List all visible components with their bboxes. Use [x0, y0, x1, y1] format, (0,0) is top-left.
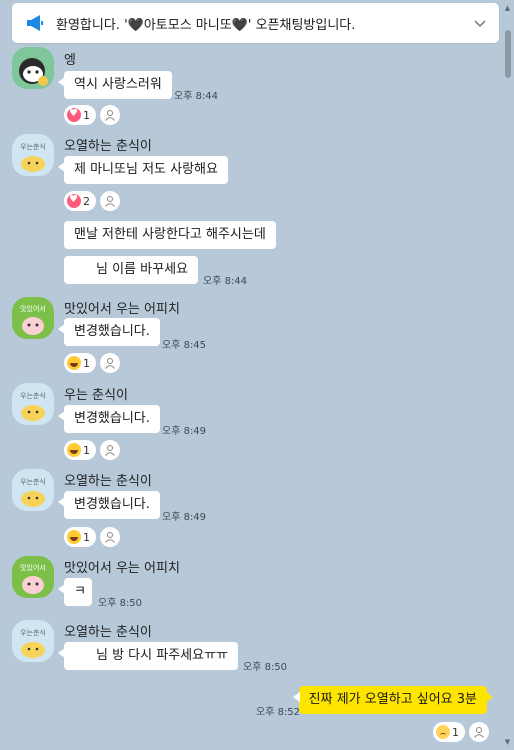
- crying-chunsik-avatar-icon: 우는춘식: [20, 628, 46, 658]
- sender-name: 오열하는 춘식이: [64, 625, 152, 640]
- reaction-laugh[interactable]: 1: [64, 527, 96, 547]
- crying-chunsik-avatar-icon: 우는춘식: [20, 477, 46, 507]
- avatar[interactable]: [12, 47, 54, 89]
- reactor-person-icon[interactable]: [100, 105, 120, 125]
- message-time: 오후 8:44: [203, 276, 248, 287]
- reactor-person-icon[interactable]: [100, 440, 120, 460]
- sender-name: 오열하는 춘식이: [64, 474, 152, 489]
- laugh-emoji-icon: [67, 356, 81, 370]
- scroll-down-arrow-icon[interactable]: ▼: [503, 738, 512, 746]
- reaction-laugh[interactable]: 1: [64, 440, 96, 460]
- reaction-bar: 2: [64, 191, 120, 211]
- apeach-avatar-icon: 맛있어서: [20, 304, 46, 335]
- message-time: 오후 8:49: [162, 512, 207, 523]
- avatar[interactable]: 우는춘식: [12, 469, 54, 511]
- message-bubble[interactable]: 변경했습니다.: [58, 405, 160, 433]
- notice-bar[interactable]: 환영합니다. '🖤아토모스 마니또🖤' 오픈채팅방입니다.: [12, 3, 499, 43]
- reaction-laugh[interactable]: 1: [64, 353, 96, 373]
- message-bubble[interactable]: 변경했습니다.: [58, 491, 160, 519]
- svg-text:우는춘식: 우는춘식: [20, 628, 46, 637]
- reactor-person-icon[interactable]: [100, 527, 120, 547]
- scrollbar[interactable]: ▲ ▼: [503, 4, 512, 746]
- reaction-bar: 1: [64, 440, 120, 460]
- message-time: 오후 8:49: [162, 426, 207, 437]
- message-bubble[interactable]: 제 마니또님 저도 사랑해요: [58, 156, 228, 184]
- svg-text:우는춘식: 우는춘식: [20, 477, 46, 486]
- message-bubble[interactable]: 맨날 저한테 사랑한다고 해주시는데: [64, 221, 276, 249]
- sender-name: 오열하는 춘식이: [64, 139, 152, 154]
- reaction-heart[interactable]: 1: [64, 105, 96, 125]
- avatar[interactable]: 맛있어서: [12, 297, 54, 339]
- reaction-bar: 1: [433, 722, 489, 742]
- message-bubble[interactable]: 변경했습니다.: [58, 318, 160, 346]
- avatar[interactable]: 우는춘식: [12, 134, 54, 176]
- heart-emoji-icon: [67, 107, 81, 122]
- heart-emoji-icon: [67, 193, 81, 208]
- scrollbar-thumb[interactable]: [505, 30, 511, 78]
- avatar[interactable]: 맛있어서: [12, 556, 54, 598]
- character-avatar-icon: [19, 58, 48, 86]
- message-bubble[interactable]: ㅋ: [58, 578, 92, 606]
- svg-text:맛있어서: 맛있어서: [20, 563, 46, 572]
- message-time: 오후 8:50: [243, 662, 288, 673]
- svg-text:우는춘식: 우는춘식: [20, 142, 46, 151]
- reaction-heart[interactable]: 2: [64, 191, 96, 211]
- reaction-sad[interactable]: 1: [433, 722, 465, 742]
- avatar[interactable]: 우는춘식: [12, 383, 54, 425]
- laugh-emoji-icon: [67, 530, 81, 544]
- avatar[interactable]: 우는춘식: [12, 620, 54, 662]
- scroll-up-arrow-icon[interactable]: ▲: [503, 4, 512, 12]
- notice-text: 환영합니다. '🖤아토모스 마니또🖤' 오픈채팅방입니다.: [56, 17, 356, 33]
- reactor-person-icon[interactable]: [100, 191, 120, 211]
- message-time: 오후 8:44: [174, 91, 219, 102]
- reaction-bar: 1: [64, 105, 120, 125]
- svg-text:우는춘식: 우는춘식: [20, 391, 46, 400]
- chevron-down-icon[interactable]: [473, 16, 487, 30]
- reaction-bar: 1: [64, 527, 120, 547]
- message-bubble[interactable]: 님 방 다시 파주세요ㅠㅠ: [58, 642, 238, 670]
- reactor-person-icon[interactable]: [469, 722, 489, 742]
- message-bubble[interactable]: 님 이름 바꾸세요: [64, 256, 198, 284]
- message-time: 오후 8:52: [256, 707, 301, 718]
- sender-name: 엥: [64, 53, 76, 68]
- crying-chunsik-avatar-icon: 우는춘식: [20, 142, 46, 172]
- sender-name: 우는 춘식이: [64, 388, 128, 403]
- message-time: 오후 8:45: [162, 340, 207, 351]
- my-message-bubble[interactable]: 진짜 제가 오열하고 싶어요 3분: [292, 686, 494, 714]
- message-bubble[interactable]: 역시 사랑스러워: [58, 71, 172, 99]
- crying-chunsik-avatar-icon: 우는춘식: [20, 391, 46, 421]
- apeach-avatar-icon: 맛있어서: [20, 563, 46, 594]
- reactor-person-icon[interactable]: [100, 353, 120, 373]
- reaction-bar: 1: [64, 353, 120, 373]
- message-time: 오후 8:50: [98, 598, 143, 609]
- svg-text:맛있어서: 맛있어서: [20, 304, 46, 313]
- sender-name: 맛있어서 우는 어피치: [64, 302, 180, 317]
- sender-name: 맛있어서 우는 어피치: [64, 561, 180, 576]
- laugh-emoji-icon: [67, 443, 81, 457]
- megaphone-icon: [27, 15, 43, 31]
- sad-emoji-icon: [436, 725, 450, 739]
